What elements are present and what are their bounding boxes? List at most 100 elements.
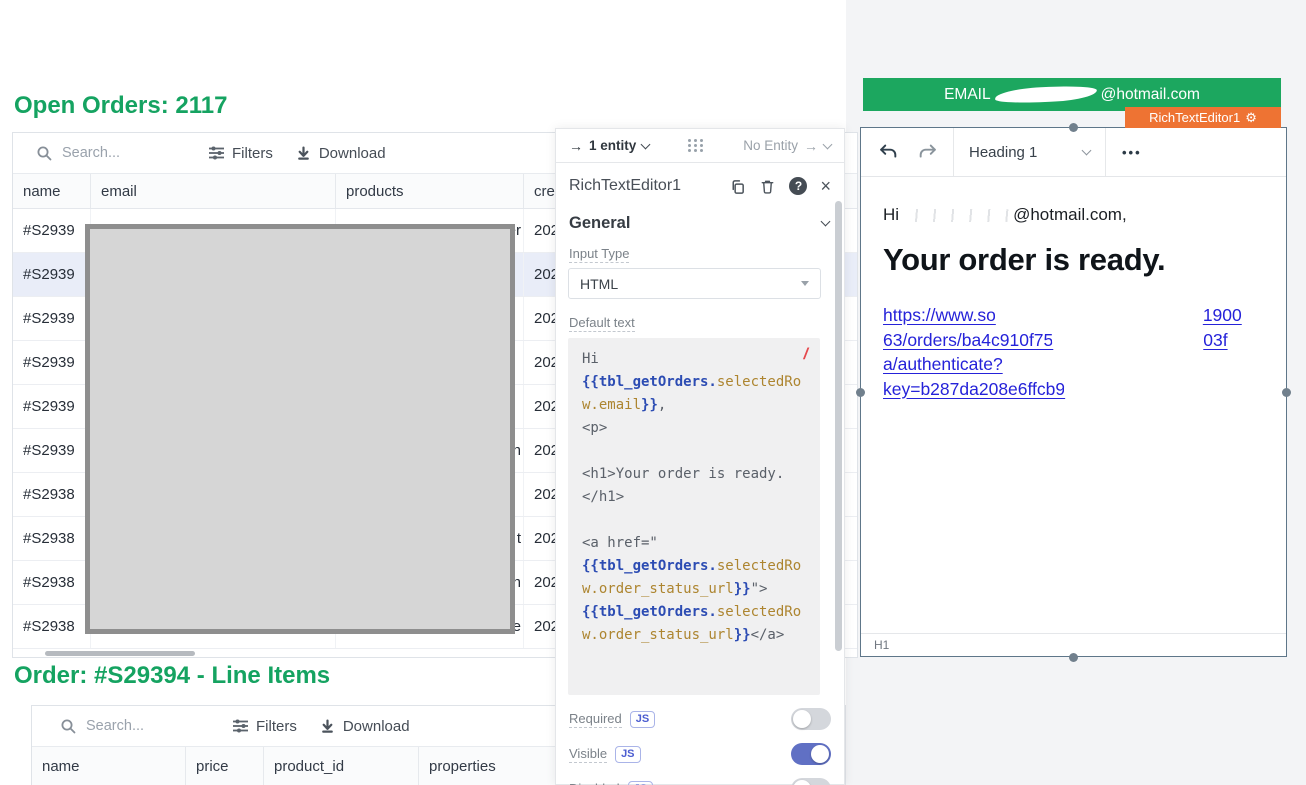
element-path-label: H1 (874, 638, 889, 652)
format-select[interactable]: Heading 1 (954, 128, 1105, 176)
close-icon[interactable]: × (820, 177, 831, 195)
line-items-column-product-id[interactable]: product_id (264, 747, 419, 785)
resize-handle-right[interactable] (1282, 388, 1291, 397)
slash-command-icon[interactable]: / (804, 346, 808, 364)
code-segment: Hi (582, 351, 599, 367)
help-icon[interactable]: ? (789, 177, 807, 195)
link-text: https://www.so (883, 305, 996, 325)
link-text: 1900 (1203, 305, 1242, 325)
line-items-download-button[interactable]: Download (319, 718, 410, 735)
input-type-value: HTML (580, 276, 618, 292)
entity-selector-right[interactable]: No Entity → (743, 138, 831, 154)
orders-column-name[interactable]: name (13, 174, 91, 208)
orders-column-products[interactable]: products (336, 174, 524, 208)
orders-search-input[interactable]: Search... (36, 145, 208, 162)
panel-scrollbar[interactable] (835, 201, 842, 651)
orders-filters-button[interactable]: Filters (208, 145, 273, 162)
resize-handle-bottom[interactable] (1069, 653, 1078, 662)
toggle-switch[interactable] (791, 743, 831, 765)
undo-button[interactable] (861, 128, 908, 176)
order-status-link[interactable]: https://www.so 1900 63/orders/ba4c910f7503… (883, 303, 1264, 401)
widget-tag-label: RichTextEditor1 (1149, 110, 1240, 125)
code-segment: , <p> <h1>Your order is ready. </h1> <a … (582, 397, 784, 551)
property-row-disabled: DisabledJS (569, 776, 831, 785)
filters-icon (232, 718, 249, 734)
orders-filters-label: Filters (232, 145, 273, 162)
chevron-down-icon (823, 139, 833, 149)
order-id-cell: #S2939 (13, 253, 91, 296)
order-id-cell: #S2939 (13, 429, 91, 472)
widget-name-label: RichTextEditor1 (569, 177, 681, 195)
chevron-down-icon (821, 217, 831, 227)
property-label: Visible (569, 746, 607, 763)
link-line[interactable]: key=b287da208e6ffcb9 (883, 377, 1264, 402)
toggle-switch[interactable] (791, 708, 831, 730)
filters-icon (208, 145, 225, 161)
widget-name-tag[interactable]: RichTextEditor1 ⚙ (1125, 107, 1281, 128)
section-general[interactable]: General (569, 211, 829, 235)
line-items-download-label: Download (343, 718, 410, 735)
link-line[interactable]: 63/orders/ba4c910f7503f (883, 328, 1264, 353)
orders-download-button[interactable]: Download (295, 145, 386, 162)
arrow-right-icon: → (804, 138, 818, 154)
resize-handle-top[interactable] (1069, 123, 1078, 132)
js-toggle-chip[interactable]: JS (615, 746, 640, 763)
line-items-column-price[interactable]: price (186, 747, 264, 785)
grid-menu-icon[interactable] (688, 139, 704, 152)
redo-button[interactable] (908, 128, 953, 176)
greeting-line: Hi @hotmail.com, (883, 205, 1264, 225)
order-id-cell: #S2939 (13, 209, 91, 252)
redacted-name-scribble (900, 209, 1012, 222)
code-segment: }} (641, 397, 658, 413)
search-icon (36, 145, 53, 162)
redaction-scribble (1054, 332, 1202, 350)
input-type-select[interactable]: HTML (568, 268, 821, 299)
orders-download-label: Download (319, 145, 386, 162)
chevron-down-icon (1082, 146, 1092, 156)
orders-column-email[interactable]: email (91, 174, 336, 208)
order-id-cell: #S2938 (13, 473, 91, 516)
redaction-box (85, 224, 515, 634)
delete-icon[interactable] (759, 178, 776, 195)
order-id-cell: #S2938 (13, 561, 91, 604)
rte-content[interactable]: Hi @hotmail.com, Your order is ready. ht… (861, 177, 1286, 634)
chevron-down-icon (641, 139, 651, 149)
format-select-value: Heading 1 (969, 144, 1037, 161)
line-items-filters-button[interactable]: Filters (232, 718, 297, 735)
line-items-search-input[interactable]: Search... (60, 718, 232, 735)
link-line[interactable]: https://www.so 1900 (883, 303, 1264, 328)
copy-icon[interactable] (729, 178, 746, 195)
order-id-cell: #S2939 (13, 297, 91, 340)
section-general-label: General (569, 214, 630, 233)
more-options-button[interactable]: ••• (1106, 128, 1158, 176)
rich-text-editor-widget: Heading 1 ••• Hi @hotmail.com, Your orde… (860, 127, 1287, 657)
toggle-switch[interactable] (791, 778, 831, 785)
link-text: key=b287da208e6ffcb9 (883, 379, 1065, 399)
entity-selector-left[interactable]: → 1 entity (569, 138, 649, 154)
open-orders-heading: Open Orders: 2117 (14, 92, 227, 120)
default-text-editor[interactable]: / Hi {{tbl_getOrders.selectedRow.email}}… (568, 338, 820, 695)
orders-table-hscrollbar[interactable] (45, 651, 195, 656)
order-id-cell: #S2939 (13, 385, 91, 428)
link-text: 03f (1203, 330, 1227, 350)
entity-left-label: 1 entity (589, 138, 636, 153)
resize-handle-left[interactable] (856, 388, 865, 397)
panel-title-row: RichTextEditor1 ? × (569, 173, 831, 199)
order-ready-heading: Your order is ready. (883, 242, 1264, 278)
property-pane: → 1 entity No Entity → RichTextEditor1 (555, 128, 845, 785)
line-items-column-name[interactable]: name (32, 747, 186, 785)
code-segment: {{tbl_getOrders. (582, 558, 717, 574)
js-toggle-chip[interactable]: JS (630, 711, 655, 728)
redacted-email-scribble (994, 84, 1097, 104)
caret-down-icon (801, 281, 809, 286)
link-line[interactable]: a/authenticate? (883, 352, 1264, 377)
entity-bar: → 1 entity No Entity → (556, 129, 844, 163)
toggle-knob (811, 745, 829, 763)
code-segment: "> (751, 581, 768, 597)
js-toggle-chip[interactable]: JS (628, 781, 653, 785)
code-segment: {{tbl_getOrders. (582, 604, 717, 620)
email-banner-suffix: @hotmail.com (1101, 86, 1200, 104)
search-icon (60, 718, 77, 735)
gear-icon[interactable]: ⚙ (1245, 110, 1257, 126)
arrow-right-icon: → (569, 138, 583, 154)
